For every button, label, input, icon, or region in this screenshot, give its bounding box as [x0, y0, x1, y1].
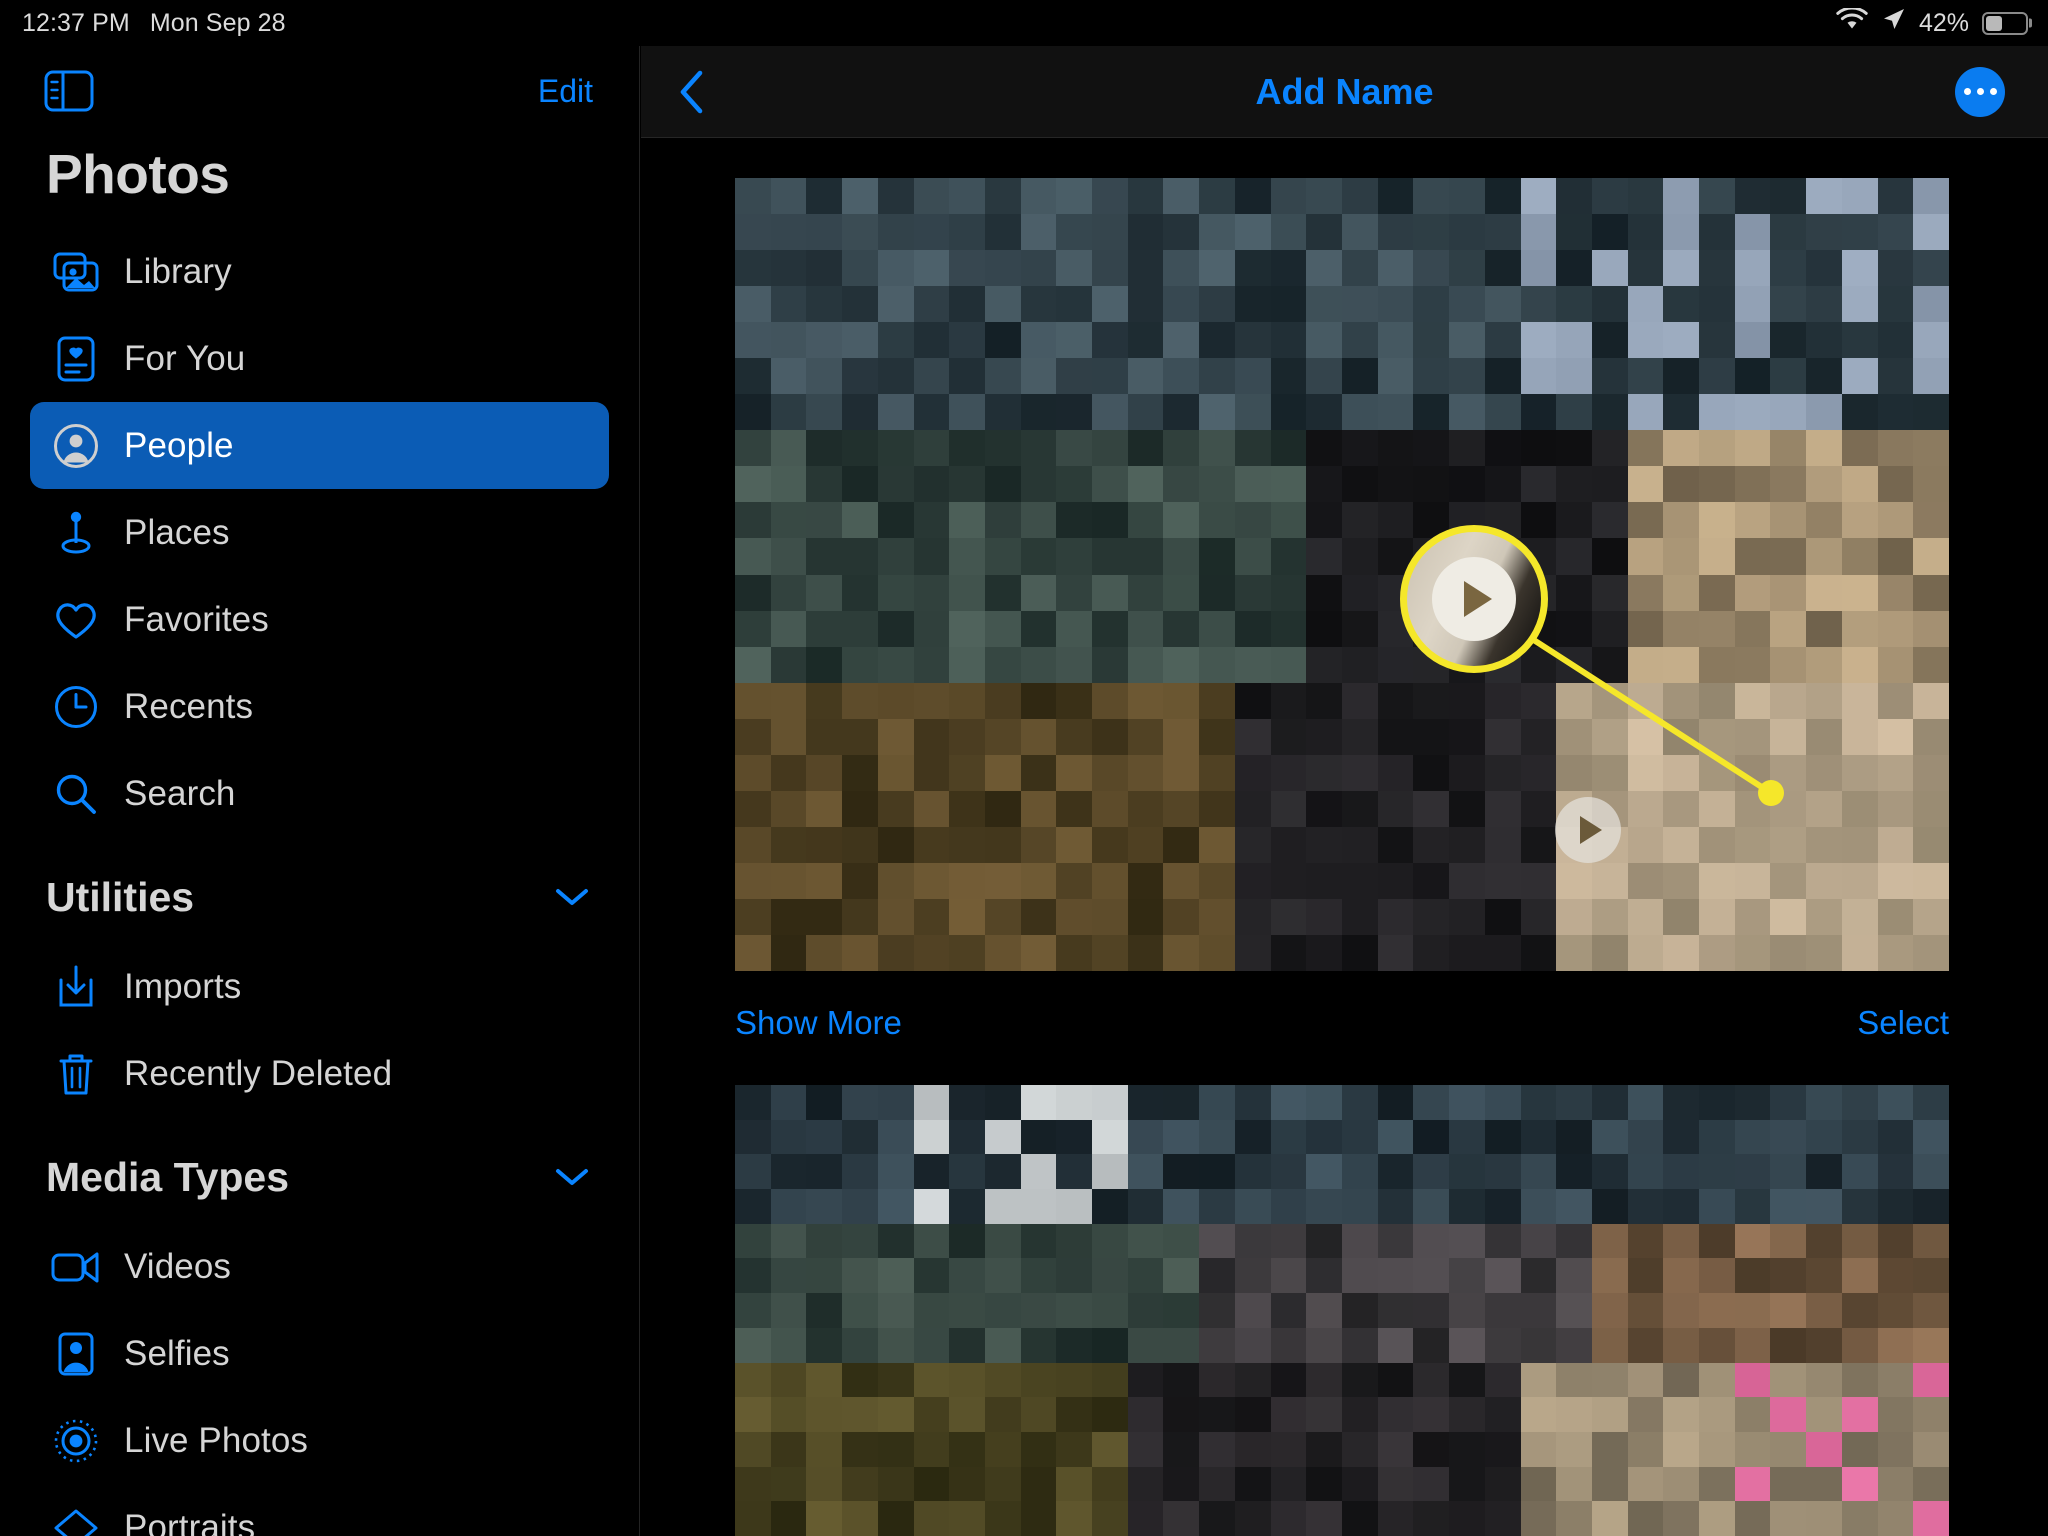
sidebar-section-utilities[interactable]: Utilities — [0, 851, 639, 943]
status-time: 12:37 PM — [22, 8, 130, 37]
magnifying-glass-icon — [46, 766, 106, 822]
sidebar: Edit Photos Library For You People Place… — [0, 46, 640, 1536]
pixelated-photo-content — [735, 178, 1949, 971]
add-name-button[interactable]: Add Name — [641, 71, 2048, 113]
select-button[interactable]: Select — [1857, 1004, 1949, 1042]
featured-person-photo[interactable] — [735, 178, 1949, 971]
sidebar-item-for-you[interactable]: For You — [30, 315, 609, 402]
map-pin-icon — [46, 505, 106, 561]
sidebar-item-label: Places — [124, 512, 230, 552]
section-title: Utilities — [46, 873, 195, 920]
play-button[interactable] — [1555, 797, 1621, 863]
battery-percent-label: 42% — [1918, 8, 1969, 37]
wifi-icon — [1836, 6, 1868, 39]
sidebar-item-label: Portraits — [124, 1507, 256, 1536]
chevron-down-icon[interactable] — [555, 1167, 589, 1187]
battery-icon — [1982, 11, 2032, 35]
pixelated-photo-content — [735, 1085, 1949, 1536]
edit-button[interactable]: Edit — [538, 73, 593, 110]
sidebar-item-label: Imports — [124, 966, 242, 1006]
sidebar-item-label: Videos — [124, 1246, 231, 1286]
show-more-button[interactable]: Show More — [735, 1004, 902, 1042]
clock-icon — [46, 679, 106, 735]
sidebar-item-places[interactable]: Places — [30, 489, 609, 576]
sidebar-item-favorites[interactable]: Favorites — [30, 576, 609, 663]
sidebar-section-media-types[interactable]: Media Types — [0, 1131, 639, 1223]
navigation-bar: Add Name — [641, 46, 2048, 138]
status-bar-right: 42% — [1836, 6, 2032, 39]
play-icon — [1579, 816, 1602, 844]
selfie-person-icon — [46, 1326, 106, 1382]
photo-stack-icon — [46, 244, 106, 300]
sidebar-item-label: Recently Deleted — [124, 1053, 393, 1093]
import-tray-icon — [46, 959, 106, 1015]
ellipsis-circle-icon[interactable] — [1955, 66, 2005, 117]
person-circle-icon — [46, 418, 106, 474]
sidebar-item-search[interactable]: Search — [30, 750, 609, 837]
sidebar-item-selfies[interactable]: Selfies — [30, 1310, 609, 1397]
sidebar-item-recently-deleted[interactable]: Recently Deleted — [30, 1030, 609, 1117]
sidebar-item-live-photos[interactable]: Live Photos — [30, 1397, 609, 1484]
for-you-card-icon — [46, 331, 106, 387]
sidebar-item-label: Live Photos — [124, 1420, 308, 1460]
ipad-photos-app: 12:37 PM Mon Sep 28 42% Edit Photos Libr… — [0, 0, 2048, 1536]
sidebar-item-imports[interactable]: Imports — [30, 943, 609, 1030]
location-arrow-icon — [1881, 7, 1906, 39]
trash-icon — [46, 1046, 106, 1102]
sidebar-item-recents[interactable]: Recents — [30, 663, 609, 750]
heart-icon — [46, 592, 106, 648]
photos-area: Show More Select — [641, 138, 2048, 1536]
sidebar-item-label: Favorites — [124, 599, 269, 639]
portrait-icon — [46, 1500, 106, 1536]
page-title: Photos — [46, 143, 230, 205]
section-title: Media Types — [46, 1153, 290, 1200]
sidebar-toggle-icon[interactable] — [44, 70, 94, 112]
chevron-down-icon[interactable] — [555, 887, 589, 907]
sidebar-item-videos[interactable]: Videos — [30, 1223, 609, 1310]
sidebar-item-portraits[interactable]: Portraits — [30, 1484, 609, 1536]
sidebar-item-label: Search — [124, 773, 236, 813]
status-bar-left: 12:37 PM Mon Sep 28 — [22, 9, 286, 38]
sidebar-item-people[interactable]: People — [30, 402, 609, 489]
sidebar-item-label: Recents — [124, 686, 254, 726]
person-photo-grid-row[interactable] — [735, 1085, 1949, 1536]
status-bar: 12:37 PM Mon Sep 28 42% — [0, 0, 2048, 46]
video-camera-icon — [46, 1239, 106, 1295]
live-photo-icon — [46, 1413, 106, 1469]
sidebar-item-label: For You — [124, 338, 246, 378]
sidebar-item-label: Selfies — [124, 1333, 230, 1373]
status-date: Mon Sep 28 — [149, 8, 286, 37]
sidebar-item-library[interactable]: Library — [30, 228, 609, 315]
detail-pane: Add Name Show More Select — [641, 46, 2048, 1536]
photo-actions-row: Show More Select — [735, 993, 1949, 1053]
sidebar-item-label: Library — [124, 251, 232, 291]
sidebar-toolbar: Edit — [0, 46, 639, 136]
sidebar-item-label: People — [124, 425, 234, 465]
